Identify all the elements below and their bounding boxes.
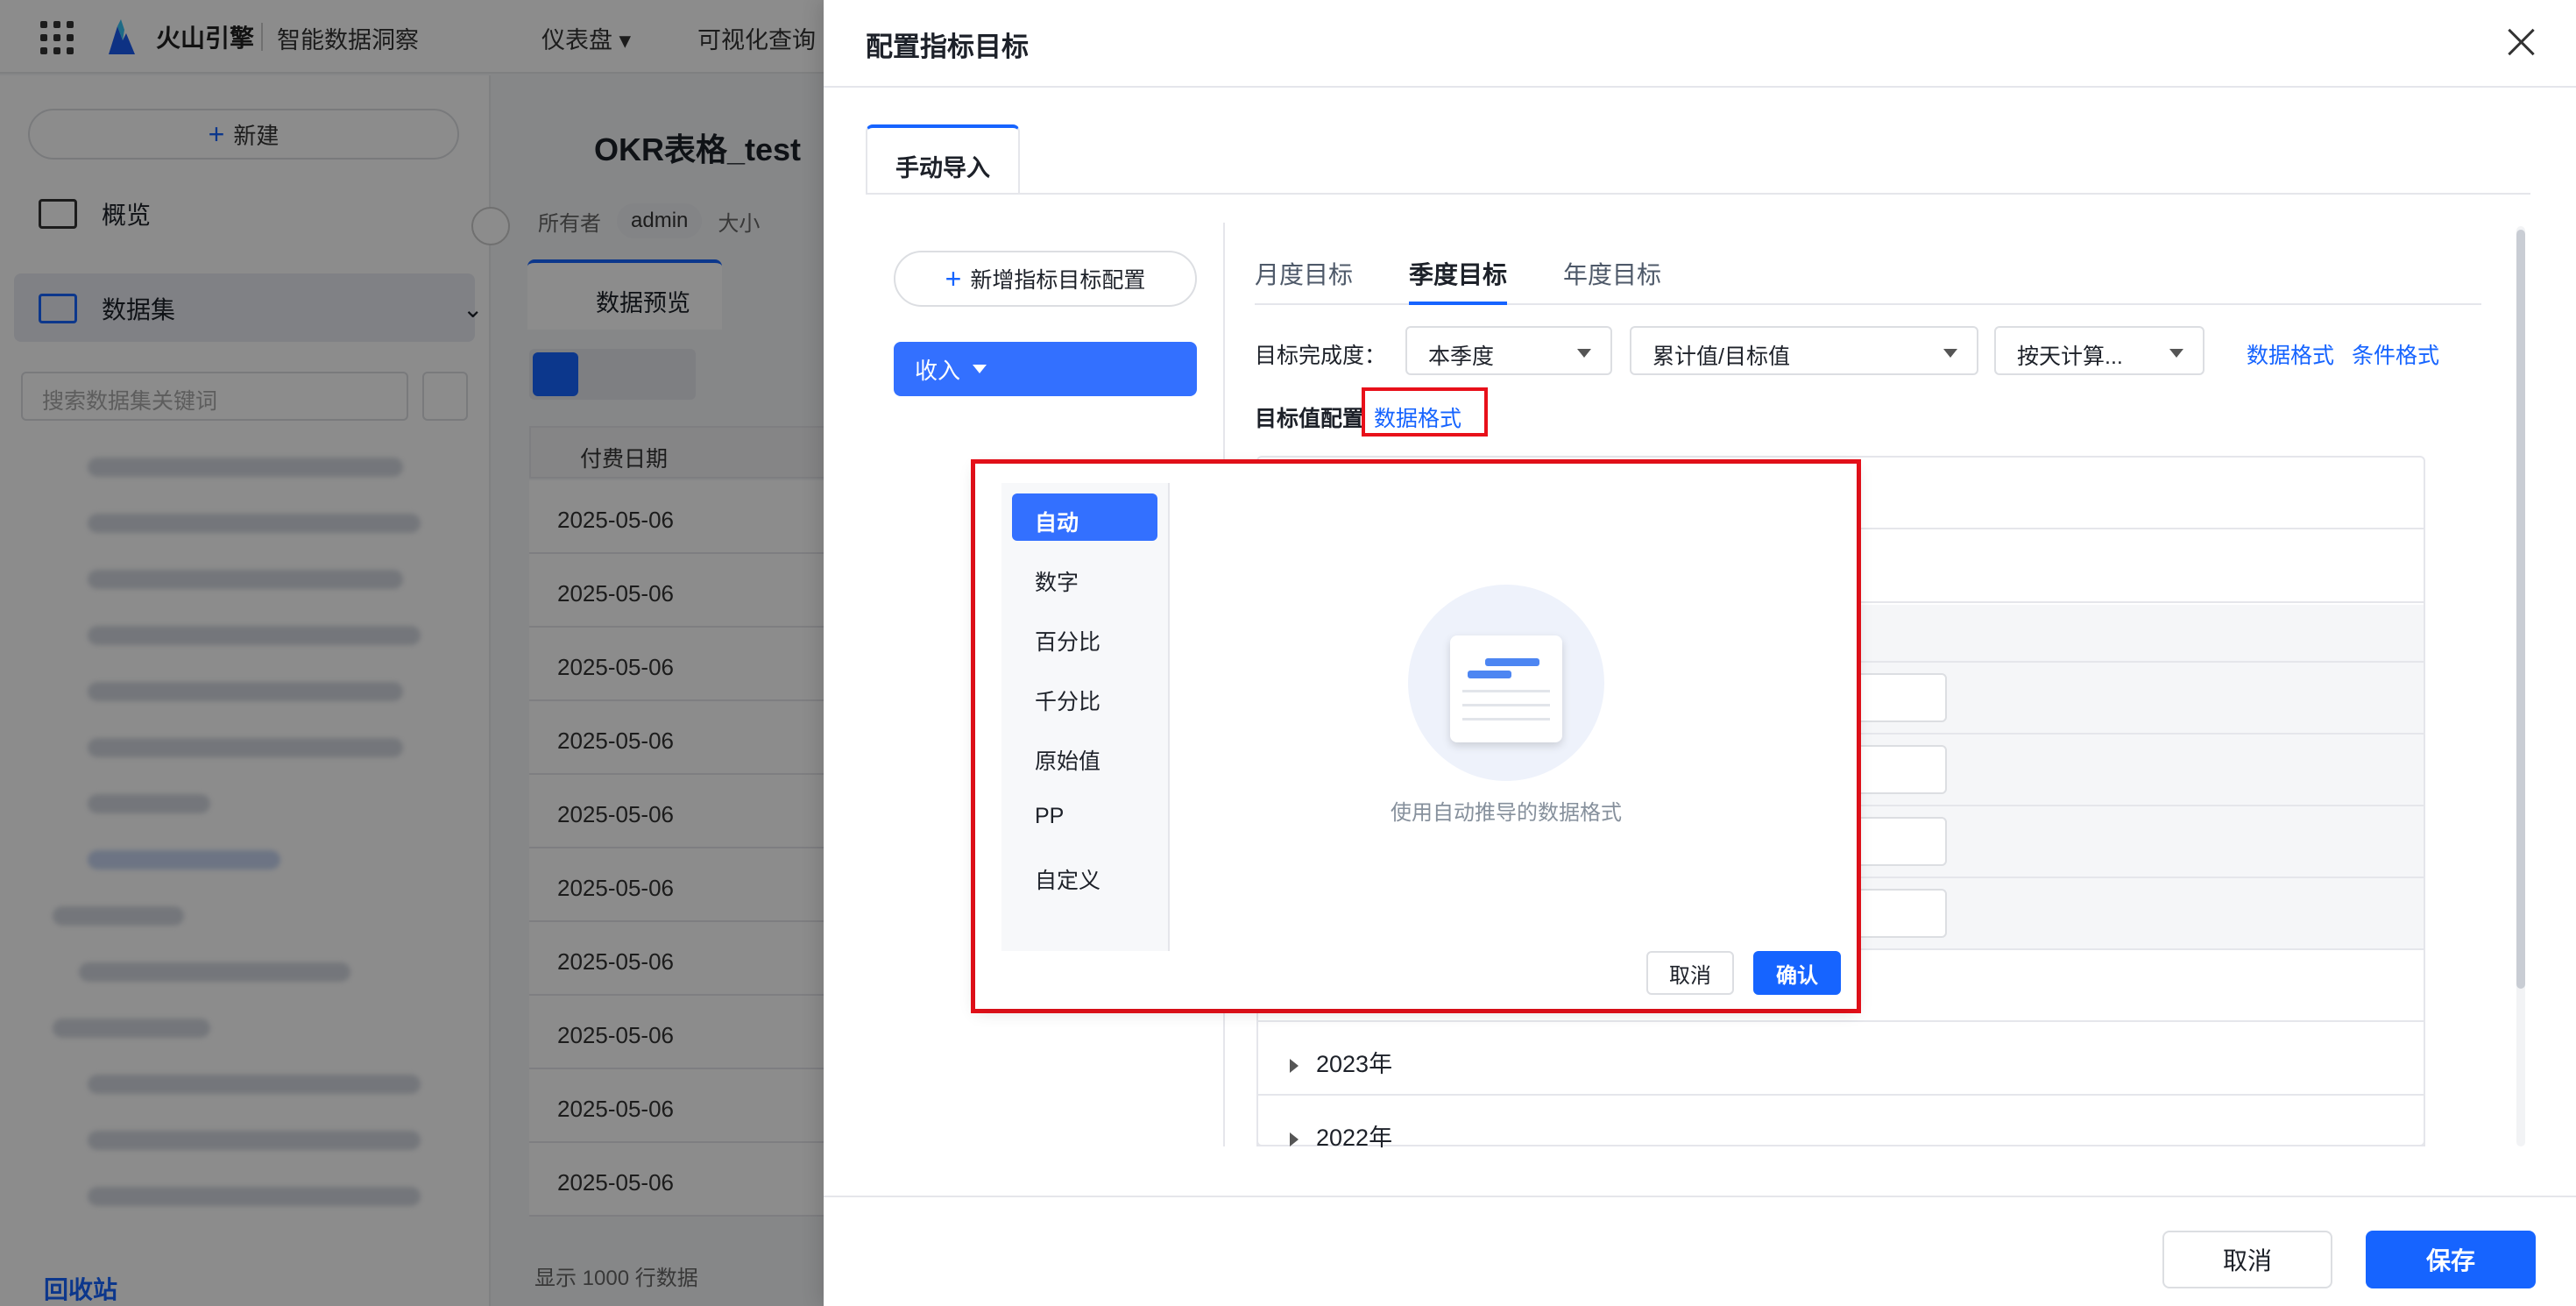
ratio-select[interactable]: 累计值/目标值: [1630, 326, 1978, 375]
cancel-button[interactable]: 取消: [2162, 1231, 2332, 1288]
popup-cancel-button[interactable]: 取消: [1646, 951, 1734, 995]
format-option-custom[interactable]: 自定义: [1012, 851, 1157, 898]
caret-right-icon: [1290, 1058, 1299, 1073]
caret-right-icon: [1290, 1132, 1299, 1146]
format-option-raw[interactable]: 原始值: [1012, 732, 1157, 779]
document-illustration-icon: [1450, 635, 1562, 742]
add-target-config-button[interactable]: + 新增指标目标配置: [894, 251, 1197, 307]
scrollbar-thumb[interactable]: [2516, 230, 2525, 989]
tab-yearly-target[interactable]: 年度目标: [1563, 256, 1661, 291]
format-option-pp[interactable]: PP: [1012, 791, 1157, 839]
target-input[interactable]: [1854, 673, 1947, 722]
completion-label: 目标完成度：: [1255, 344, 1387, 368]
close-icon[interactable]: [2506, 26, 2537, 58]
caret-down-icon: [1943, 349, 1957, 358]
target-value-label: 目标值配置: [1255, 407, 1365, 431]
caret-down-icon: [2169, 349, 2183, 358]
format-option-permille[interactable]: 千分比: [1012, 672, 1157, 720]
data-format-link[interactable]: 数据格式: [2247, 338, 2334, 370]
year-row-2022[interactable]: 2022年: [1256, 1096, 2425, 1151]
divider: [824, 1196, 2576, 1197]
format-option-list: 自动 数字 百分比 千分比 原始值 PP 自定义: [1001, 483, 1170, 951]
target-input[interactable]: [1854, 889, 1947, 938]
divider: [866, 193, 2530, 195]
divider: [824, 86, 2576, 88]
metric-select-income[interactable]: 收入: [894, 342, 1197, 396]
active-tab-indicator: [1409, 302, 1507, 305]
illus-line: [1462, 690, 1550, 692]
popup-confirm-button[interactable]: 确认: [1753, 951, 1841, 995]
illus-line: [1462, 704, 1550, 706]
illus-bar: [1485, 658, 1539, 666]
tab-quarterly-target[interactable]: 季度目标: [1409, 256, 1507, 291]
condition-format-link[interactable]: 条件格式: [2352, 338, 2439, 370]
plus-icon: +: [945, 262, 962, 295]
tab-monthly-target[interactable]: 月度目标: [1255, 256, 1353, 291]
year-row-2023[interactable]: 2023年: [1256, 1022, 2425, 1096]
format-option-percent[interactable]: 百分比: [1012, 613, 1157, 660]
format-option-auto[interactable]: 自动: [1012, 493, 1157, 541]
data-format-popup: 自动 数字 百分比 千分比 原始值 PP 自定义 使用自动推导的数据格式 取消 …: [971, 459, 1861, 1013]
popup-body: 自动 数字 百分比 千分比 原始值 PP 自定义 使用自动推导的数据格式 取消 …: [975, 464, 1857, 1009]
illus-line: [1462, 718, 1550, 720]
save-button[interactable]: 保存: [2366, 1231, 2536, 1288]
calc-method-select[interactable]: 按天计算...: [1994, 326, 2204, 375]
format-option-number[interactable]: 数字: [1012, 553, 1157, 600]
highlight-box: [1362, 387, 1488, 437]
format-description: 使用自动推导的数据格式: [1391, 801, 1622, 825]
modal-overlay[interactable]: [0, 0, 824, 1306]
period-select[interactable]: 本季度: [1405, 326, 1612, 375]
caret-down-icon: [973, 365, 987, 373]
drawer-title: 配置指标目标: [866, 32, 1029, 62]
tab-manual-import[interactable]: 手动导入: [866, 124, 1020, 195]
caret-down-icon: [1577, 349, 1591, 358]
target-input[interactable]: [1854, 817, 1947, 866]
target-input[interactable]: [1854, 745, 1947, 794]
illus-bar: [1468, 671, 1511, 678]
